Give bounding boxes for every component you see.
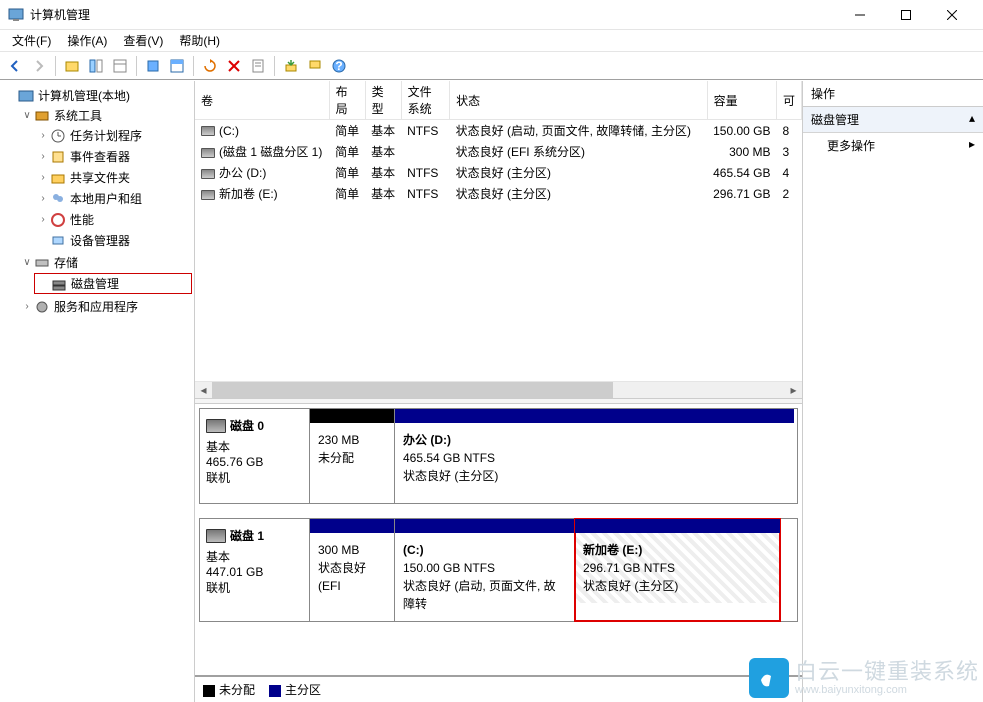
nav-tree[interactable]: 计算机管理(本地) ∨系统工具 ›任务计划程序 ›事件查看器 ›共享文件夹 ›本… bbox=[0, 81, 195, 702]
volume-list[interactable]: 卷 布局 类型 文件系统 状态 容量 可 (C:)简单基本NTFS状态良好 (启… bbox=[195, 81, 802, 381]
tb-icon-5[interactable] bbox=[166, 55, 188, 77]
close-button[interactable] bbox=[929, 0, 975, 30]
scroll-right-icon[interactable]: ▸ bbox=[785, 382, 802, 398]
partition[interactable]: 230 MB未分配 bbox=[310, 409, 395, 503]
disk-head[interactable]: 磁盘 1基本447.01 GB联机 bbox=[200, 519, 310, 621]
volume-icon bbox=[201, 148, 215, 158]
volume-icon bbox=[201, 190, 215, 200]
tb-icon-4[interactable] bbox=[142, 55, 164, 77]
tree-shared-folders[interactable]: ›共享文件夹 bbox=[34, 168, 192, 187]
legend-unalloc-swatch bbox=[203, 685, 215, 697]
app-icon bbox=[8, 7, 24, 23]
col-filesystem[interactable]: 文件系统 bbox=[401, 81, 450, 120]
help-button[interactable]: ? bbox=[328, 55, 350, 77]
maximize-button[interactable] bbox=[883, 0, 929, 30]
tree-local-users[interactable]: ›本地用户和组 bbox=[34, 189, 192, 208]
minimize-button[interactable] bbox=[837, 0, 883, 30]
col-layout[interactable]: 布局 bbox=[329, 81, 365, 120]
tree-system-tools-label: 系统工具 bbox=[54, 107, 102, 124]
table-row[interactable]: 新加卷 (E:)简单基本NTFS状态良好 (主分区)296.71 GB2 bbox=[195, 183, 802, 204]
tree-disk-management[interactable]: 磁盘管理 bbox=[34, 273, 192, 294]
h-scrollbar[interactable]: ◂ ▸ bbox=[195, 381, 802, 398]
menu-view[interactable]: 查看(V) bbox=[115, 30, 171, 51]
tb-icon-6[interactable] bbox=[280, 55, 302, 77]
col-type[interactable]: 类型 bbox=[365, 81, 401, 120]
actions-pane: 操作 磁盘管理▴ 更多操作▸ bbox=[803, 81, 983, 702]
disk-icon bbox=[206, 419, 226, 433]
table-row[interactable]: 办公 (D:)简单基本NTFS状态良好 (主分区)465.54 GB4 bbox=[195, 162, 802, 183]
scroll-left-icon[interactable]: ◂ bbox=[195, 382, 212, 398]
partition[interactable]: (C:)150.00 GB NTFS状态良好 (启动, 页面文件, 故障转 bbox=[395, 519, 575, 621]
col-capacity[interactable]: 容量 bbox=[707, 81, 776, 120]
tree-event-viewer[interactable]: ›事件查看器 bbox=[34, 147, 192, 166]
table-row[interactable]: (磁盘 1 磁盘分区 1)简单基本状态良好 (EFI 系统分区)300 MB3 bbox=[195, 141, 802, 162]
tree-task-scheduler[interactable]: ›任务计划程序 bbox=[34, 126, 192, 145]
tb-icon-3[interactable] bbox=[109, 55, 131, 77]
properties-button[interactable] bbox=[247, 55, 269, 77]
partition[interactable]: 300 MB状态良好 (EFI bbox=[310, 519, 395, 621]
partition-bar bbox=[310, 409, 394, 423]
partition-bar bbox=[310, 519, 394, 533]
disk-icon bbox=[206, 529, 226, 543]
tb-icon-2[interactable] bbox=[85, 55, 107, 77]
svg-text:?: ? bbox=[335, 59, 342, 73]
disk-graphic[interactable]: 磁盘 0基本465.76 GB联机230 MB未分配办公 (D:)465.54 … bbox=[195, 404, 802, 675]
table-row[interactable]: (C:)简单基本NTFS状态良好 (启动, 页面文件, 故障转储, 主分区)15… bbox=[195, 120, 802, 142]
partition-bar bbox=[395, 519, 574, 533]
col-volume[interactable]: 卷 bbox=[195, 81, 329, 120]
main-area: 计算机管理(本地) ∨系统工具 ›任务计划程序 ›事件查看器 ›共享文件夹 ›本… bbox=[0, 80, 983, 702]
refresh-button[interactable] bbox=[199, 55, 221, 77]
collapse-icon: ▴ bbox=[969, 111, 975, 128]
menubar: 文件(F) 操作(A) 查看(V) 帮助(H) bbox=[0, 30, 983, 52]
actions-section[interactable]: 磁盘管理▴ bbox=[803, 107, 983, 133]
forward-button[interactable] bbox=[28, 55, 50, 77]
toolbar: ? bbox=[0, 52, 983, 80]
tree-device-manager[interactable]: 设备管理器 bbox=[34, 231, 192, 250]
disk-row[interactable]: 磁盘 1基本447.01 GB联机300 MB状态良好 (EFI(C:)150.… bbox=[199, 518, 798, 622]
window-title: 计算机管理 bbox=[30, 6, 837, 23]
disk-row[interactable]: 磁盘 0基本465.76 GB联机230 MB未分配办公 (D:)465.54 … bbox=[199, 408, 798, 504]
delete-button[interactable] bbox=[223, 55, 245, 77]
volume-icon bbox=[201, 169, 215, 179]
menu-file[interactable]: 文件(F) bbox=[4, 30, 59, 51]
chevron-right-icon: ▸ bbox=[969, 137, 975, 154]
tb-icon-7[interactable] bbox=[304, 55, 326, 77]
scroll-thumb[interactable] bbox=[212, 382, 613, 398]
tree-root[interactable]: 计算机管理(本地) bbox=[2, 86, 192, 105]
volume-icon bbox=[201, 126, 215, 136]
col-status[interactable]: 状态 bbox=[450, 81, 707, 120]
menu-help[interactable]: 帮助(H) bbox=[171, 30, 228, 51]
tree-performance[interactable]: ›性能 bbox=[34, 210, 192, 229]
partition-bar bbox=[395, 409, 794, 423]
tb-icon-1[interactable] bbox=[61, 55, 83, 77]
partition[interactable]: 办公 (D:)465.54 GB NTFS状态良好 (主分区) bbox=[395, 409, 794, 503]
tree-storage[interactable]: ∨存储 bbox=[18, 253, 192, 272]
titlebar: 计算机管理 bbox=[0, 0, 983, 30]
tree-system-tools[interactable]: ∨系统工具 bbox=[18, 106, 192, 125]
back-button[interactable] bbox=[4, 55, 26, 77]
disk-head[interactable]: 磁盘 0基本465.76 GB联机 bbox=[200, 409, 310, 503]
center-pane: 卷 布局 类型 文件系统 状态 容量 可 (C:)简单基本NTFS状态良好 (启… bbox=[195, 81, 803, 702]
legend: 未分配 主分区 bbox=[195, 675, 802, 702]
tree-root-label: 计算机管理(本地) bbox=[38, 87, 130, 104]
menu-action[interactable]: 操作(A) bbox=[59, 30, 115, 51]
legend-primary-swatch bbox=[269, 685, 281, 697]
partition-bar bbox=[575, 519, 780, 533]
partition[interactable]: 新加卷 (E:)296.71 GB NTFS状态良好 (主分区) bbox=[575, 519, 780, 621]
tree-services-apps[interactable]: ›服务和应用程序 bbox=[18, 297, 192, 316]
actions-header: 操作 bbox=[803, 81, 983, 107]
actions-more[interactable]: 更多操作▸ bbox=[803, 133, 983, 158]
col-free[interactable]: 可 bbox=[776, 81, 801, 120]
